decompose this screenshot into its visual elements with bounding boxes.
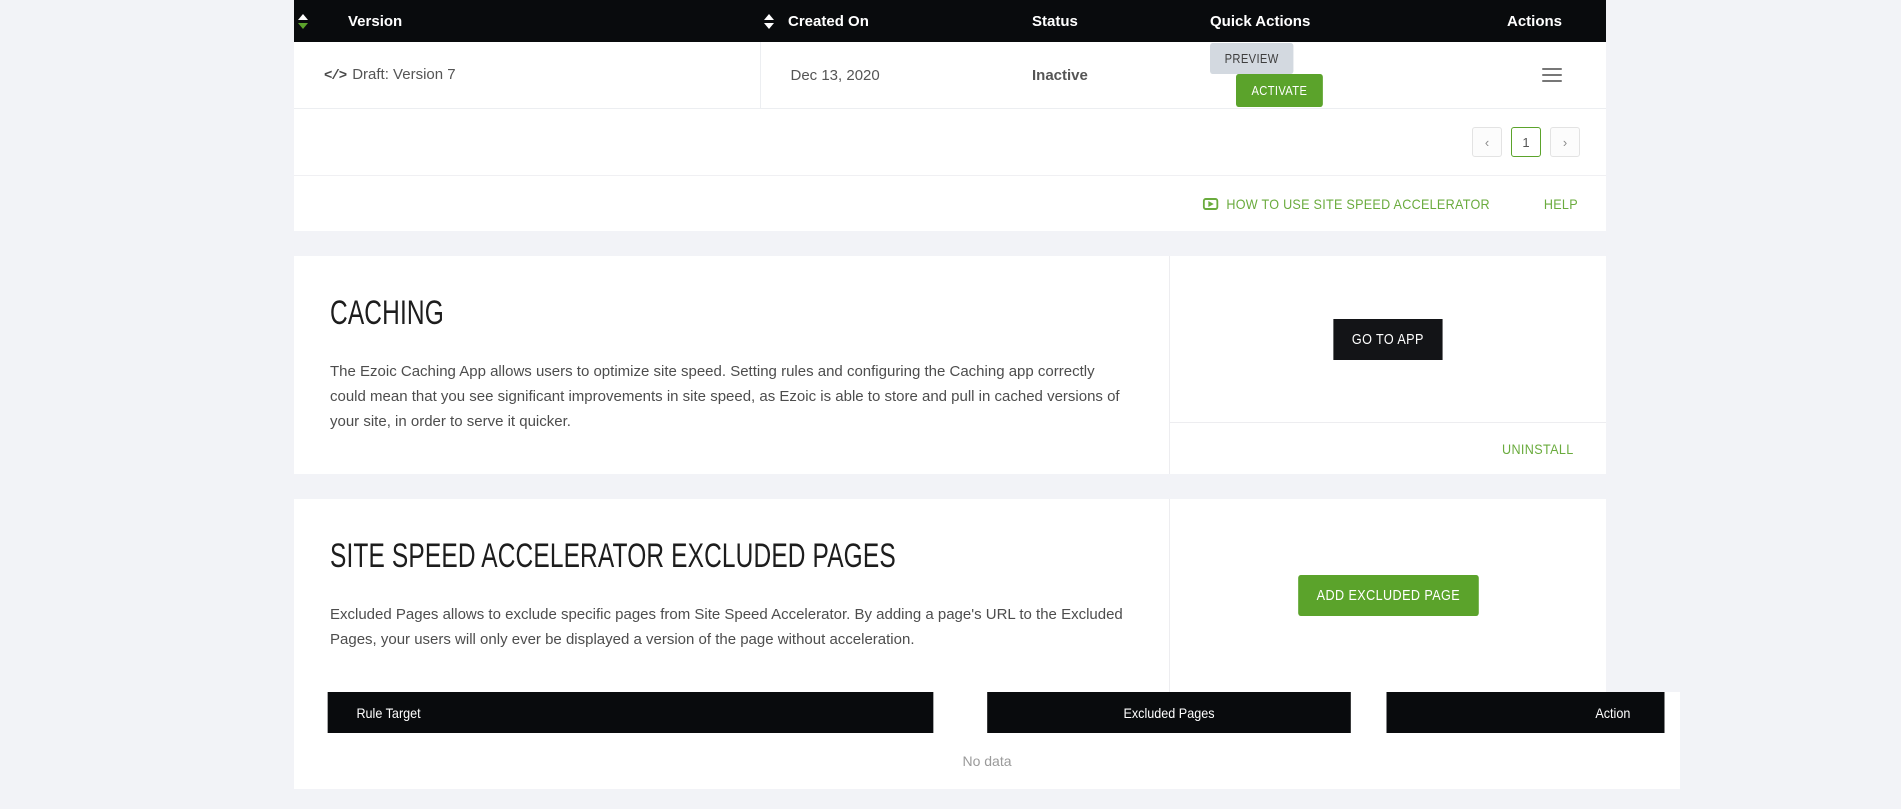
version-label: Draft: Version 7 bbox=[352, 66, 456, 83]
caching-panel-title: CACHING bbox=[330, 294, 444, 332]
excluded-pages-panel: SITE SPEED ACCELERATOR EXCLUDED PAGES Ex… bbox=[294, 499, 1606, 692]
add-excluded-page-button[interactable]: ADD EXCLUDED PAGE bbox=[1297, 575, 1479, 616]
tutorial-link[interactable]: HOW TO USE SITE SPEED ACCELERATOR bbox=[1203, 196, 1490, 212]
tutorial-link-label: HOW TO USE SITE SPEED ACCELERATOR bbox=[1226, 195, 1491, 212]
main-content-column: Version Created On Status Quick Actions … bbox=[294, 0, 1680, 789]
sort-ascending-icon bbox=[764, 13, 774, 20]
table-row: </> Draft: Version 7 Dec 13, 2020 Inactiv… bbox=[294, 42, 1606, 109]
column-header-quick-actions-label: Quick Actions bbox=[1210, 12, 1311, 30]
help-link[interactable]: HELP bbox=[1544, 196, 1578, 212]
pagination-page-1[interactable]: 1 bbox=[1511, 127, 1541, 157]
preview-button[interactable]: PREVIEW bbox=[1210, 43, 1294, 74]
sort-toggle-version[interactable] bbox=[296, 13, 310, 29]
column-header-created-on[interactable]: Created On bbox=[760, 0, 1030, 42]
uninstall-link[interactable]: UNINSTALL bbox=[1502, 441, 1574, 457]
excluded-pages-table-head: Rule Target Excluded Pages Action bbox=[294, 692, 1680, 733]
excluded-pages-table-body: No data bbox=[294, 733, 1680, 789]
excluded-pages-panel-actions-main: ADD EXCLUDED PAGE bbox=[1170, 499, 1606, 692]
table-row-empty: No data bbox=[294, 733, 1680, 789]
cell-version: </> Draft: Version 7 bbox=[294, 42, 761, 109]
hamburger-icon[interactable] bbox=[1542, 64, 1562, 86]
sort-ascending-icon bbox=[298, 13, 308, 20]
versions-table-body: </> Draft: Version 7 Dec 13, 2020 Inactiv… bbox=[294, 42, 1606, 109]
caching-panel-actions-main: GO TO APP bbox=[1170, 256, 1606, 422]
excluded-pages-panel-title: SITE SPEED ACCELERATOR EXCLUDED PAGES bbox=[330, 537, 896, 575]
column-header-created-on-label: Created On bbox=[788, 12, 869, 30]
versions-table-card: Version Created On Status Quick Actions … bbox=[294, 0, 1606, 231]
sort-descending-icon bbox=[298, 22, 308, 29]
column-header-version-label: Version bbox=[348, 12, 403, 30]
excluded-pages-panel-description: Excluded Pages allows to exclude specifi… bbox=[330, 606, 1123, 648]
caching-panel-actions: GO TO APP UNINSTALL bbox=[1170, 256, 1606, 474]
excluded-pages-header-row: Rule Target Excluded Pages Action bbox=[294, 692, 1680, 733]
versions-table-head: Version Created On Status Quick Actions … bbox=[294, 0, 1606, 42]
column-header-action: Action bbox=[1386, 692, 1665, 733]
pagination-next-button[interactable]: › bbox=[1550, 127, 1580, 157]
cell-quick-actions: PREVIEW ACTIVATE bbox=[1204, 42, 1414, 109]
go-to-app-button[interactable]: GO TO APP bbox=[1333, 318, 1443, 360]
caching-panel-text: CACHING The Ezoic Caching App allows use… bbox=[294, 256, 1170, 474]
column-header-version[interactable]: Version bbox=[294, 0, 760, 42]
column-header-actions-label: Actions bbox=[1506, 12, 1562, 30]
excluded-pages-panel-text: SITE SPEED ACCELERATOR EXCLUDED PAGES Ex… bbox=[294, 499, 1170, 692]
column-header-excluded-pages: Excluded Pages bbox=[987, 692, 1351, 733]
sort-descending-icon bbox=[764, 22, 774, 29]
excluded-pages-table: Rule Target Excluded Pages Action No dat… bbox=[294, 692, 1680, 789]
page-root: Version Created On Status Quick Actions … bbox=[0, 0, 1901, 809]
caching-panel-actions-footer: UNINSTALL bbox=[1170, 422, 1606, 474]
caching-panel: CACHING The Ezoic Caching App allows use… bbox=[294, 256, 1606, 474]
help-bar: HOW TO USE SITE SPEED ACCELERATOR HELP bbox=[294, 175, 1606, 231]
video-play-icon bbox=[1203, 197, 1219, 210]
versions-header-row: Version Created On Status Quick Actions … bbox=[294, 0, 1606, 42]
column-header-status-label: Status bbox=[1032, 12, 1078, 30]
empty-state-text: No data bbox=[294, 733, 1680, 789]
excluded-pages-panel-actions: ADD EXCLUDED PAGE bbox=[1170, 499, 1606, 692]
caching-panel-description: The Ezoic Caching App allows users to op… bbox=[330, 363, 1120, 430]
versions-table: Version Created On Status Quick Actions … bbox=[294, 0, 1606, 109]
pagination-prev-button[interactable]: ‹ bbox=[1472, 127, 1502, 157]
activate-button[interactable]: ACTIVATE bbox=[1236, 74, 1323, 107]
column-header-actions: Actions bbox=[1414, 0, 1606, 42]
column-header-status: Status bbox=[1030, 0, 1204, 42]
cell-status: Inactive bbox=[1030, 42, 1204, 109]
sort-toggle-created-on[interactable] bbox=[762, 13, 776, 29]
cell-actions bbox=[1414, 42, 1606, 109]
pagination: ‹ 1 › bbox=[294, 109, 1606, 175]
column-header-quick-actions: Quick Actions bbox=[1204, 0, 1414, 42]
column-header-rule-target: Rule Target bbox=[327, 692, 934, 733]
code-icon: </> bbox=[324, 68, 347, 84]
cell-created-on: Dec 13, 2020 bbox=[760, 42, 1030, 109]
